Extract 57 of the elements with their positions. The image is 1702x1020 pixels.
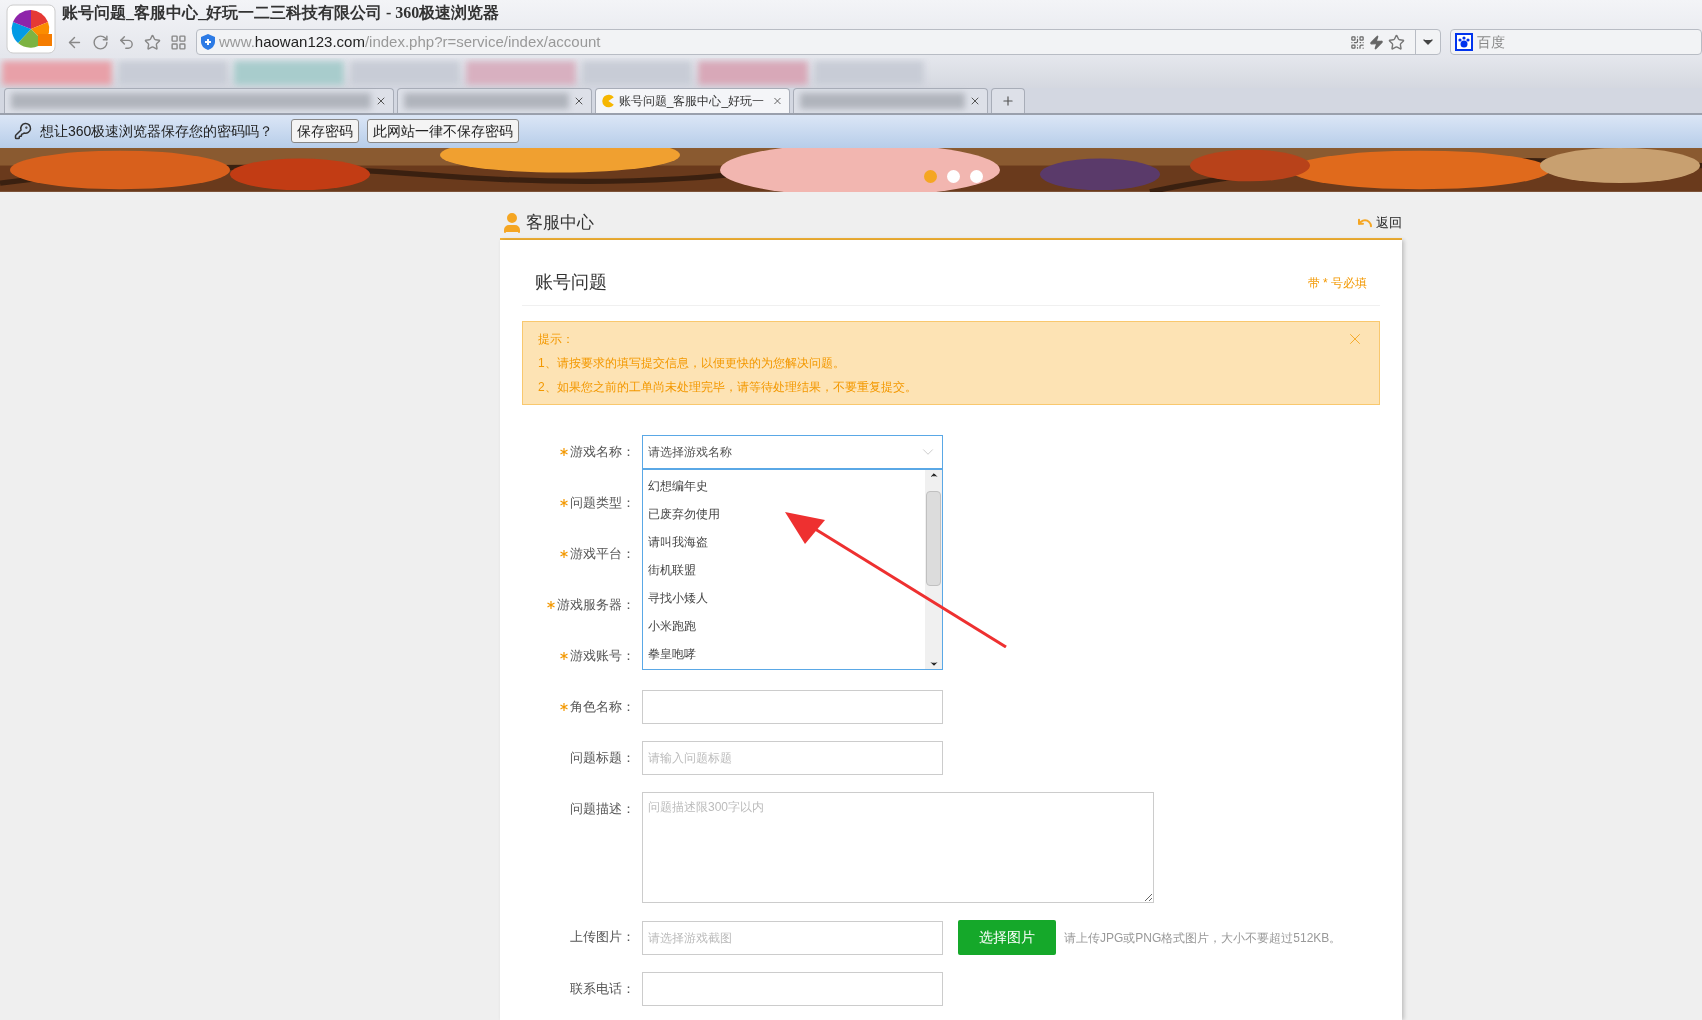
description-field[interactable]: 问题描述限300字以内 bbox=[642, 792, 1154, 903]
text-field[interactable] bbox=[642, 690, 943, 724]
field-label: 问题标题： bbox=[570, 749, 635, 768]
section-title: 账号问题 bbox=[535, 271, 607, 294]
page-header: 客服中心 bbox=[526, 212, 594, 235]
window-title: 账号问题_客服中心_好玩一二三科技有限公司 - 360极速浏览器 bbox=[62, 3, 500, 23]
address-bar[interactable]: www.haowan123.com/index.php?r=service/index/account bbox=[196, 29, 1441, 55]
file-field[interactable]: 请选择游戏截图 bbox=[642, 920, 943, 955]
pacman-icon bbox=[602, 93, 615, 108]
back-link[interactable]: 返回 bbox=[1357, 213, 1402, 233]
paw-icon bbox=[1455, 33, 1473, 51]
dropdown-option[interactable]: 寻找小矮人 bbox=[643, 584, 925, 612]
field-label: 问题类型： bbox=[570, 494, 635, 513]
browser-logo-icon bbox=[6, 4, 56, 54]
dropdown-option[interactable]: 小米跑跑 bbox=[643, 612, 925, 640]
text-field[interactable] bbox=[642, 972, 943, 1006]
password-bar-button[interactable]: 保存密码 bbox=[291, 119, 360, 144]
password-prompt: 想让360极速浏览器保存您的密码吗？ bbox=[40, 121, 274, 141]
text-field[interactable]: 请输入问题标题 bbox=[642, 741, 943, 775]
scroll-down-icon[interactable] bbox=[928, 659, 939, 669]
tip-line: 1、请按要求的填写提交信息，以便更快的为您解决问题。 bbox=[538, 355, 846, 372]
required-note: 带 * 号必填 bbox=[1307, 274, 1367, 292]
plus-icon bbox=[1001, 93, 1015, 108]
search-engine-label: 百度 bbox=[1477, 32, 1505, 52]
password-bar-button[interactable]: 此网站一律不保存密码 bbox=[367, 119, 520, 144]
scroll-up-icon[interactable] bbox=[928, 470, 939, 480]
field-label: 角色名称： bbox=[570, 698, 635, 717]
dropdown-option[interactable]: 已废弃勿使用 bbox=[643, 500, 925, 528]
dropdown-option[interactable]: 拳皇咆哮 bbox=[643, 640, 925, 668]
field-label: 问题描述： bbox=[570, 800, 635, 819]
field-label: 游戏服务器： bbox=[557, 596, 635, 615]
qr-code-icon[interactable] bbox=[1350, 34, 1365, 50]
star-icon[interactable] bbox=[1388, 33, 1405, 51]
dropdown-option[interactable]: 街机联盟 bbox=[643, 556, 925, 584]
field-label: 游戏名称： bbox=[570, 443, 635, 462]
refresh-icon[interactable] bbox=[92, 33, 109, 51]
lightning-icon[interactable] bbox=[1369, 34, 1384, 50]
grid-icon[interactable] bbox=[170, 33, 187, 51]
url-text: www.haowan123.com/index.php?r=service/index/account bbox=[219, 31, 601, 52]
field-label: 游戏平台： bbox=[570, 545, 635, 564]
field-label: 游戏账号： bbox=[570, 647, 635, 666]
tab-title: 账号问题_客服中心_好玩一 bbox=[618, 92, 765, 110]
tip-title: 提示： bbox=[538, 331, 575, 348]
undo-icon[interactable] bbox=[118, 33, 135, 51]
game-select[interactable]: 请选择游戏名称 bbox=[642, 435, 943, 469]
field-label: 联系电话： bbox=[570, 980, 635, 999]
new-tab-button[interactable] bbox=[991, 87, 1025, 113]
tip-line: 2、如果您之前的工单尚未处理完毕，请等待处理结果，不要重复提交。 bbox=[538, 379, 917, 396]
star-icon[interactable] bbox=[144, 33, 161, 51]
field-label: 上传图片： bbox=[570, 928, 635, 947]
shield-icon bbox=[201, 34, 215, 50]
dropdown-option[interactable]: 幻想编年史 bbox=[643, 472, 925, 500]
dropdown-option[interactable]: 请叫我海盗 bbox=[643, 528, 925, 556]
scrollbar[interactable] bbox=[925, 470, 942, 669]
browser-tab[interactable]: 账号问题_客服中心_好玩一 bbox=[595, 87, 790, 113]
key-icon bbox=[14, 122, 32, 141]
upload-hint: 请上传JPG或PNG格式图片，大小不要超过512KB。 bbox=[1064, 929, 1342, 947]
